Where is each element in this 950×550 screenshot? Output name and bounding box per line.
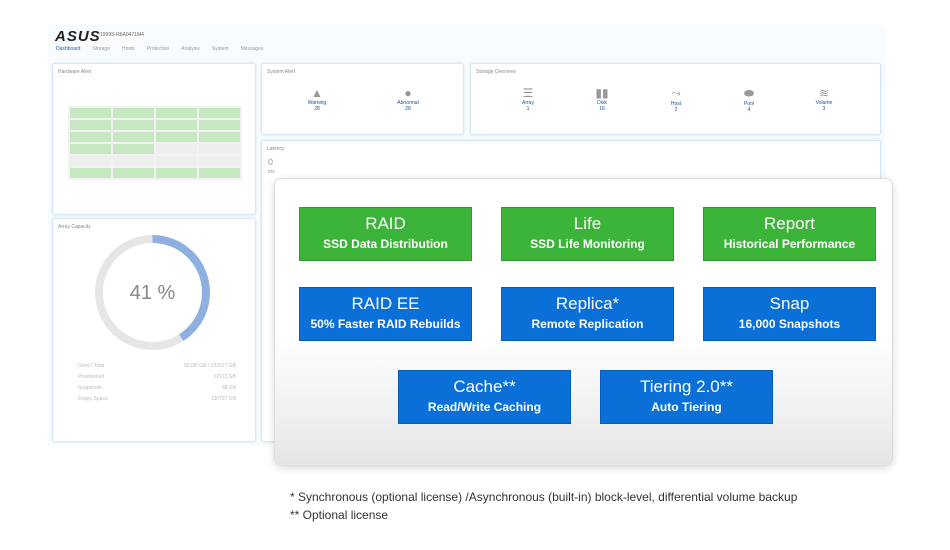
system-alert-panel: System Alert ▲ Warning 28 ● Abnormal 28 <box>261 63 464 135</box>
legend-label: Provisioned <box>78 374 105 380</box>
nav-storage[interactable]: Storage <box>92 46 110 52</box>
panel-title: Storage Overview <box>476 69 516 75</box>
volume-stat[interactable]: ≋ Volume 3 <box>804 86 844 112</box>
nav-analysis[interactable]: Analysis <box>181 46 200 52</box>
array-stat[interactable]: ☰ Array 1 <box>508 86 548 112</box>
panel-title: System Alert <box>267 69 296 75</box>
legend-value: 92113 GB <box>213 374 236 380</box>
alert-circle-icon: ● <box>404 86 412 100</box>
feature-subtitle: Remote Replication <box>531 317 644 331</box>
warning-stat[interactable]: ▲ Warning 28 <box>297 86 337 112</box>
feature-raid: RAID SSD Data Distribution <box>299 207 472 261</box>
panel-title: Hardware Alert <box>58 69 92 75</box>
stat-value: 28 <box>314 106 320 112</box>
legend-value: 130737 GB <box>210 396 236 402</box>
array-icon: ☰ <box>522 86 534 100</box>
feature-subtitle: SSD Life Monitoring <box>530 237 645 251</box>
feature-snap: Snap 16,000 Snapshots <box>703 287 876 341</box>
device-serial: 1999S-R6A0471M4 <box>100 32 144 38</box>
feature-raid-ee: RAID EE 50% Faster RAID Rebuilds <box>299 287 472 341</box>
footnote-optional-license: ** Optional license <box>290 508 389 522</box>
stat-value: 4 <box>747 107 751 113</box>
nav-protection[interactable]: Protection <box>147 46 170 52</box>
hardware-alert-panel: Hardware Alert <box>52 63 256 215</box>
feature-subtitle: Read/Write Caching <box>427 400 542 414</box>
feature-subtitle: Historical Performance <box>723 237 856 251</box>
feature-title: Tiering 2.0** <box>640 377 733 396</box>
feature-title: Cache** <box>453 377 516 396</box>
stat-value: 3 <box>822 106 826 112</box>
stat-value: 2 <box>674 107 678 113</box>
panel-title: Latency <box>267 146 285 152</box>
storage-overview-panel: Storage Overview ☰ Array 1 ▮▮ Disk 16 ⤳ Host 2… <box>470 63 881 135</box>
disk-stat[interactable]: ▮▮ Disk 16 <box>582 86 622 112</box>
nav-dashboard[interactable]: Dashboard <box>56 46 80 52</box>
feature-subtitle: 16,000 Snapshots <box>738 317 841 331</box>
feature-title: Replica* <box>555 294 620 313</box>
feature-title: Report <box>763 214 816 233</box>
hardware-slot-grid <box>68 106 242 180</box>
nav-messages[interactable]: Messages <box>241 46 264 52</box>
feature-title: RAID EE <box>351 294 420 313</box>
pool-icon: ⬬ <box>743 86 755 100</box>
capacity-percent: 41 % <box>129 282 176 304</box>
asus-logo: ASUS <box>55 28 101 45</box>
stat-value: 1 <box>526 106 530 112</box>
volume-icon: ≋ <box>818 86 830 100</box>
feature-title: Snap <box>769 294 810 313</box>
legend-label: Used / Total <box>78 363 105 369</box>
stat-value: 16 <box>599 106 605 112</box>
feature-cache: Cache** Read/Write Caching <box>398 370 571 424</box>
feature-subtitle: 50% Faster RAID Rebuilds <box>310 317 461 331</box>
nav-hosts[interactable]: Hosts <box>122 46 135 52</box>
disk-icon: ▮▮ <box>595 86 609 100</box>
feature-life: Life SSD Life Monitoring <box>501 207 674 261</box>
pool-stat[interactable]: ⬬ Pool 4 <box>729 86 769 113</box>
latency-unit: ms <box>268 169 275 175</box>
footnote-replica: * Synchronous (optional license) /Asynch… <box>290 490 798 504</box>
feature-replica: Replica* Remote Replication <box>501 287 674 341</box>
feature-subtitle: Auto Tiering <box>651 400 722 414</box>
panel-title: Array Capacity <box>58 224 91 230</box>
nav-system[interactable]: System <box>212 46 229 52</box>
host-stat[interactable]: ⤳ Host 2 <box>656 86 696 113</box>
legend-label: Snapshots <box>78 385 102 391</box>
feature-title: RAID <box>365 214 406 233</box>
latency-value: 0 <box>268 157 274 167</box>
legend-label: Empty Space <box>78 396 108 402</box>
features-card: RAID SSD Data Distribution Life SSD Life M… <box>274 178 893 466</box>
feature-report: Report Historical Performance <box>703 207 876 261</box>
main-nav: Dashboard Storage Hosts Protection Analy… <box>56 46 263 52</box>
feature-title: Life <box>573 214 602 233</box>
feature-subtitle: SSD Data Distribution <box>323 237 448 251</box>
legend-value: 38 GB <box>221 385 236 391</box>
feature-tiering: Tiering 2.0** Auto Tiering <box>600 370 773 424</box>
legend-value: 92180 GB / 222917 GB <box>184 363 236 369</box>
capacity-legend: Used / Total 92180 GB / 222917 GB Provisi… <box>78 363 236 402</box>
host-icon: ⤳ <box>671 86 681 100</box>
abnormal-stat[interactable]: ● Abnormal 28 <box>388 86 428 112</box>
stat-value: 28 <box>405 106 411 112</box>
warning-icon: ▲ <box>311 86 323 100</box>
